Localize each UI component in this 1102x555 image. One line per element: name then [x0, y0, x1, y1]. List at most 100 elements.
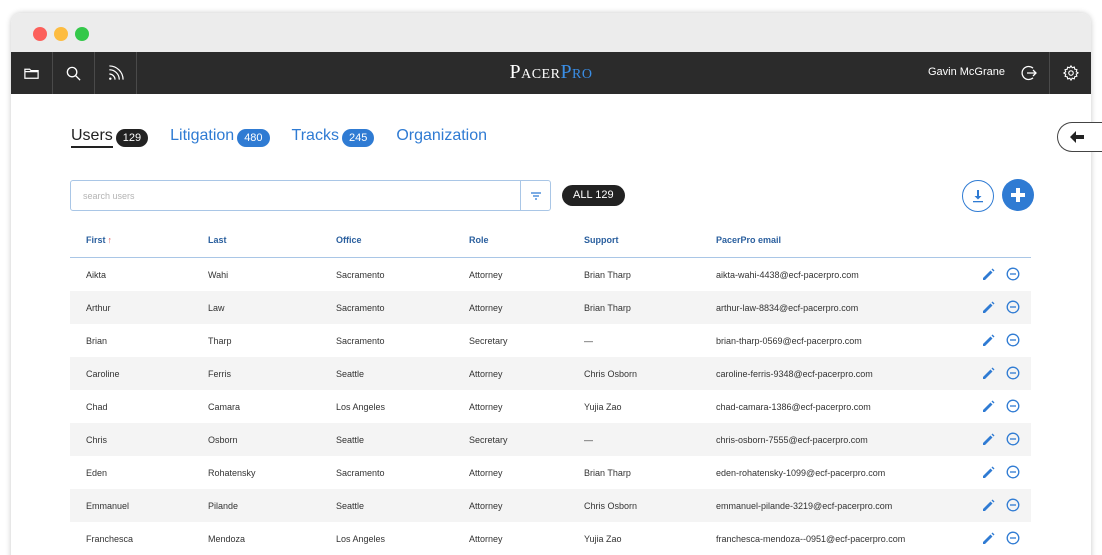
logo-text-accent: Pro: [560, 61, 593, 83]
cell-office: Sacramento: [336, 270, 385, 280]
table-row[interactable]: Arthur Law Sacramento Attorney Brian Tha…: [70, 291, 1031, 324]
filter-button[interactable]: [520, 181, 550, 210]
tab-users-label: Users: [71, 127, 113, 148]
cell-office: Seattle: [336, 501, 365, 511]
table-row[interactable]: Eden Rohatensky Sacramento Attorney Bria…: [70, 456, 1031, 489]
table-row[interactable]: Brian Tharp Sacramento Secretary — brian…: [70, 324, 1031, 357]
pencil-icon[interactable]: [982, 532, 995, 545]
cell-last-name: Mendoza: [208, 534, 246, 544]
cell-role: Attorney: [469, 468, 503, 478]
cell-support: Brian Tharp: [584, 303, 631, 313]
tab-litigation[interactable]: Litigation 480: [170, 127, 270, 148]
table-row[interactable]: Franchesca Mendoza Los Angeles Attorney …: [70, 522, 1031, 555]
cell-first-name: Eden: [86, 468, 108, 478]
cell-email: aikta-wahi-4438@ecf-pacerpro.com: [716, 270, 859, 280]
close-window-button[interactable]: [33, 27, 47, 41]
cell-last-name: Pilande: [208, 501, 239, 511]
sort-ascending-icon: ↑: [107, 235, 113, 245]
column-header-role[interactable]: Role: [469, 235, 489, 245]
settings-button[interactable]: [1049, 52, 1091, 94]
arrow-left-icon: [1070, 131, 1084, 143]
minus-circle-icon[interactable]: [1006, 399, 1020, 413]
minimize-window-button[interactable]: [54, 27, 68, 41]
minus-circle-icon[interactable]: [1006, 531, 1020, 545]
feed-icon: [109, 64, 124, 80]
back-tab-button[interactable]: [1057, 122, 1102, 152]
column-header-last[interactable]: Last: [208, 235, 227, 245]
search-users-input[interactable]: [71, 181, 521, 210]
cell-last-name: Osborn: [208, 435, 238, 445]
gear-icon: [1062, 64, 1079, 82]
column-header-email[interactable]: PacerPro email: [716, 235, 781, 245]
filter-all-pill[interactable]: ALL 129: [562, 185, 625, 206]
pencil-icon[interactable]: [982, 400, 995, 413]
minus-circle-icon[interactable]: [1006, 465, 1020, 479]
cell-support: Chris Osborn: [584, 369, 638, 379]
table-body: Aikta Wahi Sacramento Attorney Brian Tha…: [70, 258, 1031, 555]
search-nav-button[interactable]: [53, 52, 95, 94]
minus-circle-icon[interactable]: [1006, 267, 1020, 281]
plus-icon: [1011, 188, 1025, 202]
logout-icon[interactable]: [1020, 64, 1038, 82]
table-row[interactable]: Emmanuel Pilande Seattle Attorney Chris …: [70, 489, 1031, 522]
table-row[interactable]: Chris Osborn Seattle Secretary — chris-o…: [70, 423, 1031, 456]
cell-support: Yujia Zao: [584, 534, 622, 544]
cell-role: Attorney: [469, 270, 503, 280]
column-header-office[interactable]: Office: [336, 235, 362, 245]
logo-text-main: Pacer: [509, 61, 561, 83]
maximize-window-button[interactable]: [75, 27, 89, 41]
table-row[interactable]: Aikta Wahi Sacramento Attorney Brian Tha…: [70, 258, 1031, 291]
tab-users[interactable]: Users 129: [71, 127, 149, 148]
column-header-first[interactable]: First ↑: [86, 235, 112, 245]
minus-circle-icon[interactable]: [1006, 498, 1020, 512]
cell-office: Sacramento: [336, 468, 385, 478]
cell-role: Attorney: [469, 303, 503, 313]
pencil-icon[interactable]: [982, 367, 995, 380]
pencil-icon[interactable]: [982, 433, 995, 446]
tab-tracks[interactable]: Tracks 245: [292, 127, 375, 148]
cell-role: Attorney: [469, 534, 503, 544]
table-row[interactable]: Caroline Ferris Seattle Attorney Chris O…: [70, 357, 1031, 390]
cell-email: chris-osborn-7555@ecf-pacerpro.com: [716, 435, 868, 445]
cell-last-name: Wahi: [208, 270, 229, 280]
minus-circle-icon[interactable]: [1006, 432, 1020, 446]
tab-organization-label: Organization: [396, 127, 488, 144]
download-button[interactable]: [962, 180, 994, 212]
section-tabs: Users 129 Litigation 480 Tracks 245 Orga…: [71, 127, 509, 148]
cell-office: Seattle: [336, 435, 365, 445]
cell-last-name: Tharp: [208, 336, 232, 346]
cell-office: Sacramento: [336, 303, 385, 313]
top-navbar: PacerPro Gavin McGrane: [11, 52, 1091, 94]
cell-first-name: Brian: [86, 336, 108, 346]
cell-email: chad-camara-1386@ecf-pacerpro.com: [716, 402, 871, 412]
cell-role: Attorney: [469, 369, 503, 379]
pencil-icon[interactable]: [982, 466, 995, 479]
tab-tracks-label: Tracks: [291, 127, 339, 144]
minus-circle-icon[interactable]: [1006, 300, 1020, 314]
pencil-icon[interactable]: [982, 268, 995, 281]
pencil-icon[interactable]: [982, 499, 995, 512]
cell-last-name: Law: [208, 303, 225, 313]
minus-circle-icon[interactable]: [1006, 366, 1020, 380]
minus-circle-icon[interactable]: [1006, 333, 1020, 347]
cell-support: Chris Osborn: [584, 501, 638, 511]
folder-button[interactable]: [11, 52, 53, 94]
cell-email: eden-rohatensky-1099@ecf-pacerpro.com: [716, 468, 886, 478]
cell-email: emmanuel-pilande-3219@ecf-pacerpro.com: [716, 501, 893, 511]
add-user-button[interactable]: [1002, 179, 1034, 211]
filter-icon: [530, 191, 541, 200]
download-icon: [973, 190, 983, 203]
tab-organization[interactable]: Organization: [396, 127, 487, 148]
cell-office: Seattle: [336, 369, 365, 379]
cell-office: Los Angeles: [336, 402, 386, 412]
feed-button[interactable]: [95, 52, 137, 94]
table-row[interactable]: Chad Camara Los Angeles Attorney Yujia Z…: [70, 390, 1031, 423]
column-header-support[interactable]: Support: [584, 235, 619, 245]
pencil-icon[interactable]: [982, 301, 995, 314]
tab-litigation-label: Litigation: [170, 127, 235, 144]
cell-role: Attorney: [469, 402, 503, 412]
cell-role: Secretary: [469, 336, 508, 346]
cell-role: Attorney: [469, 501, 503, 511]
pencil-icon[interactable]: [982, 334, 995, 347]
cell-support: —: [584, 336, 593, 346]
